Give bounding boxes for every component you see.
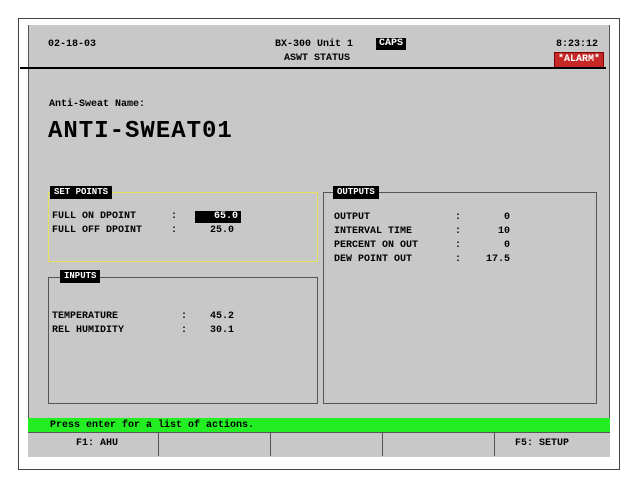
full-on-dpoint-label: FULL ON DPOINT: [52, 211, 137, 222]
inputs-panel: [48, 277, 318, 404]
percent-on-out-label: PERCENT ON OUT: [334, 240, 419, 251]
percent-on-out-value: 0: [503, 240, 510, 251]
full-on-dpoint-sep: :: [171, 211, 178, 222]
f2-key[interactable]: [160, 433, 268, 456]
f1-key[interactable]: F1: AHU: [30, 433, 156, 456]
f5-key-label: F5: SETUP: [515, 438, 570, 449]
inputs-title: INPUTS: [60, 270, 101, 283]
rel-humidity-label: REL HUMIDITY: [52, 325, 125, 336]
header-device: BX-300 Unit 1: [275, 39, 354, 50]
alarm-badge[interactable]: *ALARM*: [554, 52, 605, 68]
interval-time-label: INTERVAL TIME: [334, 226, 413, 237]
status-message: Press enter for a list of actions.: [50, 420, 255, 431]
screen-title: ASWT STATUS: [284, 53, 351, 64]
percent-on-out-sep: :: [455, 240, 462, 251]
outputs-title: OUTPUTS: [333, 186, 379, 199]
header-divider: [20, 67, 606, 69]
temperature-label: TEMPERATURE: [52, 311, 119, 322]
dew-point-out-sep: :: [455, 254, 462, 265]
full-off-dpoint-label: FULL OFF DPOINT: [52, 225, 143, 236]
temperature-value: 45.2: [210, 311, 235, 322]
full-off-dpoint-value[interactable]: 25.0: [210, 226, 234, 236]
caps-indicator: CAPS: [376, 38, 407, 50]
full-on-dpoint-value[interactable]: 65.0: [195, 211, 241, 223]
f1-key-label: F1: AHU: [76, 438, 119, 449]
fkey-divider: [382, 432, 383, 456]
output-value: 0: [503, 212, 510, 223]
anti-sweat-name-value: ANTI-SWEAT01: [48, 118, 233, 145]
fkey-divider: [270, 432, 271, 456]
header-time: 8:23:12: [556, 39, 599, 50]
interval-time-sep: :: [455, 226, 462, 237]
f3-key[interactable]: [272, 433, 380, 456]
temperature-sep: :: [181, 311, 188, 322]
rel-humidity-sep: :: [181, 325, 188, 336]
rel-humidity-value: 30.1: [210, 325, 235, 336]
dew-point-out-value: 17.5: [485, 254, 510, 265]
header-date: 02-18-03: [48, 39, 97, 50]
f4-key[interactable]: [384, 433, 492, 456]
set-points-title: SET POINTS: [50, 186, 113, 199]
outputs-panel: [323, 192, 597, 404]
dew-point-out-label: DEW POINT OUT: [334, 254, 413, 265]
full-off-dpoint-sep: :: [171, 225, 178, 236]
anti-sweat-name-label: Anti-Sweat Name:: [49, 99, 146, 110]
fkey-divider: [158, 432, 159, 456]
output-sep: :: [455, 212, 462, 223]
f5-key[interactable]: F5: SETUP: [496, 433, 608, 456]
output-label: OUTPUT: [334, 212, 371, 223]
fkey-divider: [494, 432, 495, 456]
interval-time-value: 10: [497, 226, 510, 237]
